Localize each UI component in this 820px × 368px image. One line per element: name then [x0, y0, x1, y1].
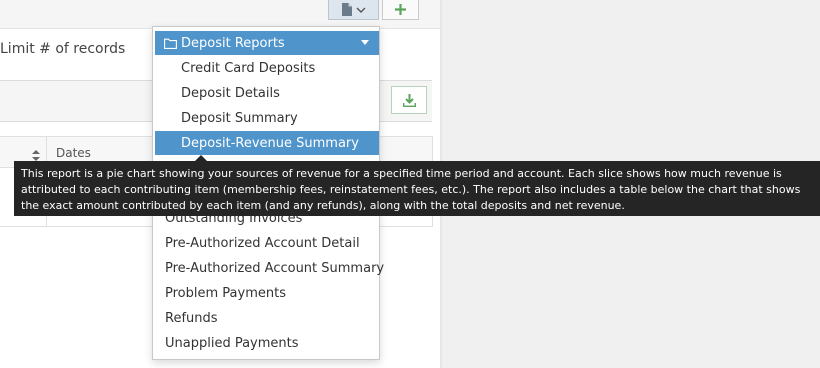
chevron-down-icon	[356, 7, 366, 13]
caret-down-icon	[361, 40, 369, 45]
menu-item-pre-authorized-account-detail[interactable]: Pre-Authorized Account Detail	[155, 231, 379, 255]
folder-icon	[164, 38, 177, 49]
menu-item-refunds[interactable]: Refunds	[155, 306, 379, 330]
menu-item-deposit-summary[interactable]: Deposit Summary	[155, 106, 379, 130]
menu-item-unapplied-payments[interactable]: Unapplied Payments	[155, 331, 379, 355]
menu-group-label: Deposit Reports	[181, 35, 285, 51]
add-button[interactable]	[382, 0, 419, 20]
report-menu-button[interactable]	[328, 0, 379, 20]
download-button[interactable]	[391, 86, 427, 114]
menu-item-credit-card-deposits[interactable]: Credit Card Deposits	[155, 56, 379, 80]
menu-item-problem-payments[interactable]: Problem Payments	[155, 281, 379, 305]
menu-group-deposit-reports[interactable]: Deposit Reports	[155, 31, 379, 55]
menu-item-pre-authorized-account-summary[interactable]: Pre-Authorized Account Summary	[155, 256, 384, 280]
download-icon	[402, 93, 416, 107]
menu-item-deposit-revenue-summary[interactable]: Deposit-Revenue Summary	[155, 131, 379, 155]
dates-column-header[interactable]: Dates	[56, 146, 91, 160]
limit-records-label: Limit # of records	[0, 41, 126, 57]
plus-icon	[395, 4, 406, 15]
report-description-tooltip: This report is a pie chart showing your …	[14, 161, 820, 216]
document-icon	[341, 3, 352, 16]
menu-item-deposit-details[interactable]: Deposit Details	[155, 81, 379, 105]
